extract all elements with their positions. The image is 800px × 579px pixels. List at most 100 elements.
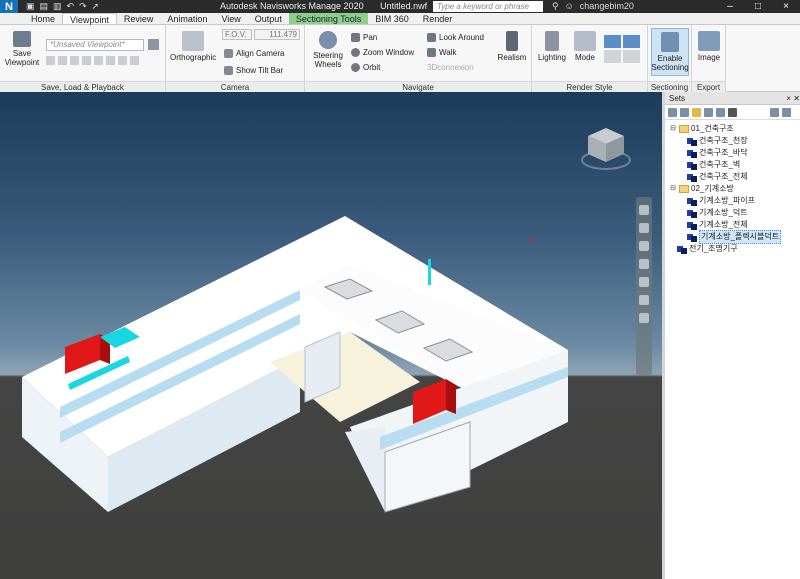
orthographic-button[interactable]: Orthographic [170, 31, 216, 62]
pan-button[interactable]: Pan [351, 31, 377, 43]
group-label-save-load[interactable]: Save, Load & Playback [0, 81, 165, 92]
3d-viewport[interactable] [0, 92, 662, 579]
save-viewpoint-button[interactable]: Save Viewpoint [4, 31, 40, 67]
surfaces-icon[interactable] [604, 35, 621, 48]
look-around-button[interactable]: Look Around [427, 31, 484, 43]
binoculars-icon[interactable]: ⚲ [552, 0, 559, 13]
tab-bim360[interactable]: BIM 360 [368, 13, 416, 24]
eye-icon [427, 32, 436, 42]
app-menu-button[interactable]: N [0, 0, 18, 13]
selection-set-icon [687, 233, 697, 242]
walk-button[interactable]: Walk [427, 46, 456, 58]
tree-set-item[interactable]: 건축구조_바닥 [665, 147, 800, 159]
tab-animation[interactable]: Animation [160, 13, 214, 24]
first-frame-icon[interactable] [46, 56, 55, 65]
tree-label: 건축구조_벽 [699, 160, 741, 169]
orbit-button[interactable]: Orbit [351, 61, 380, 73]
zoom-nav-icon[interactable] [639, 241, 649, 251]
new-folder-icon[interactable] [692, 107, 701, 117]
save-icon[interactable]: ▤ [40, 1, 49, 12]
tree-folder-mechanical[interactable]: ⊟ 02_기계소방 [665, 183, 800, 195]
pan-nav-icon[interactable] [639, 223, 649, 233]
delete-icon[interactable] [728, 107, 737, 117]
last-frame-icon[interactable] [130, 56, 139, 65]
open-icon[interactable]: ▣ [26, 1, 35, 12]
edit-viewpoint-icon[interactable] [148, 39, 159, 50]
tree-set-item[interactable]: 기계소방_파이프 [665, 195, 800, 207]
sort-icon[interactable] [770, 107, 779, 117]
collapse-icon[interactable]: ⊟ [669, 183, 677, 195]
select-icon[interactable]: ➚ [92, 1, 100, 12]
lighting-button[interactable]: Lighting [536, 31, 568, 62]
realism-button[interactable]: Realism [495, 31, 529, 62]
reverse-play-icon[interactable] [70, 56, 79, 65]
tree-label: 02_기계소방 [691, 184, 734, 193]
print-icon[interactable]: ▥ [53, 1, 62, 12]
steering-wheel-nav-icon[interactable] [639, 205, 649, 215]
text-icon[interactable] [623, 50, 640, 63]
group-label-render-style[interactable]: Render Style [532, 81, 647, 92]
mode-button[interactable]: Mode [570, 31, 600, 62]
group-label-camera[interactable]: Camera [166, 81, 304, 92]
user-area[interactable]: ⚲ ☺ changebim20 [552, 0, 634, 13]
group-label-navigate[interactable]: Navigate [305, 81, 531, 92]
tab-review[interactable]: Review [117, 13, 161, 24]
tab-sectioning-tools[interactable]: Sectioning Tools [288, 13, 369, 24]
close-button[interactable]: × [772, 0, 800, 13]
tab-home[interactable]: Home [24, 13, 62, 24]
search-input[interactable]: Type a keyword or phrase [433, 1, 543, 12]
user-name[interactable]: changebim20 [580, 0, 634, 13]
tree-set-item[interactable]: 건축구조_벽 [665, 159, 800, 171]
tree-label: 건축구조_전체 [699, 172, 748, 181]
points-icon[interactable] [604, 50, 621, 63]
record-icon[interactable] [82, 56, 91, 65]
viewcube[interactable] [580, 122, 632, 174]
tab-viewpoint[interactable]: Viewpoint [62, 13, 117, 25]
show-tilt-bar-button[interactable]: Show Tilt Bar [224, 64, 283, 76]
viewcube-icon[interactable] [580, 122, 632, 174]
duplicate-icon[interactable] [704, 107, 713, 117]
orbit-nav-icon[interactable] [639, 259, 649, 269]
tree-label: 전기_조명기구 [689, 244, 738, 253]
enable-sectioning-label: Enable Sectioning [651, 54, 689, 72]
image-export-label: Image [697, 53, 721, 62]
walk-nav-icon[interactable] [639, 295, 649, 305]
undo-icon[interactable]: ↶ [67, 1, 75, 12]
tab-view[interactable]: View [214, 13, 247, 24]
enable-sectioning-content[interactable]: Enable Sectioning [651, 32, 689, 72]
fov-input[interactable]: 111.479 [254, 29, 300, 40]
tree-set-item[interactable]: 전기_조명기구 [665, 243, 800, 255]
tree-set-item[interactable]: 건축구조_전체 [665, 171, 800, 183]
tab-output[interactable]: Output [248, 13, 289, 24]
align-camera-button[interactable]: Align Camera [224, 47, 284, 59]
tree-folder-architecture[interactable]: ⊟ 01_건축구조 [665, 123, 800, 135]
save-selection-icon[interactable] [668, 107, 677, 117]
look-nav-icon[interactable] [639, 277, 649, 287]
redo-icon[interactable]: ↷ [79, 1, 87, 12]
tree-set-item[interactable]: 기계소방_덕트 [665, 207, 800, 219]
next-frame-icon[interactable] [118, 56, 127, 65]
maximize-button[interactable]: □ [744, 0, 772, 13]
add-comment-icon[interactable] [716, 107, 725, 117]
zoom-window-button[interactable]: Zoom Window [351, 46, 414, 58]
select-nav-icon[interactable] [639, 313, 649, 323]
flashlight-icon [545, 31, 559, 51]
3dconnexion-button[interactable]: 3Dconnexion [427, 61, 474, 73]
tree-set-item[interactable]: 건축구조_천장 [665, 135, 800, 147]
lines-icon[interactable] [623, 35, 640, 48]
save-search-icon[interactable] [680, 107, 689, 117]
play-icon[interactable] [106, 56, 115, 65]
sets-close-icon[interactable]: × ✕ [786, 92, 800, 104]
image-export-button[interactable]: Image [694, 31, 724, 62]
prev-frame-icon[interactable] [58, 56, 67, 65]
tree-label: 기계소방_덕트 [699, 208, 748, 217]
steering-wheels-button[interactable]: Steering Wheels [311, 31, 345, 69]
import-export-icon[interactable] [782, 107, 791, 117]
camera-icon [13, 31, 31, 47]
stop-icon[interactable] [94, 56, 103, 65]
tree-set-item-selected[interactable]: 기계소방_플렉시블덕트 [665, 230, 800, 244]
minimize-button[interactable]: – [716, 0, 744, 13]
tab-render[interactable]: Render [416, 13, 460, 24]
collapse-icon[interactable]: ⊟ [669, 123, 677, 135]
viewpoint-dropdown[interactable]: *Unsaved Viewpoint* [46, 39, 144, 51]
